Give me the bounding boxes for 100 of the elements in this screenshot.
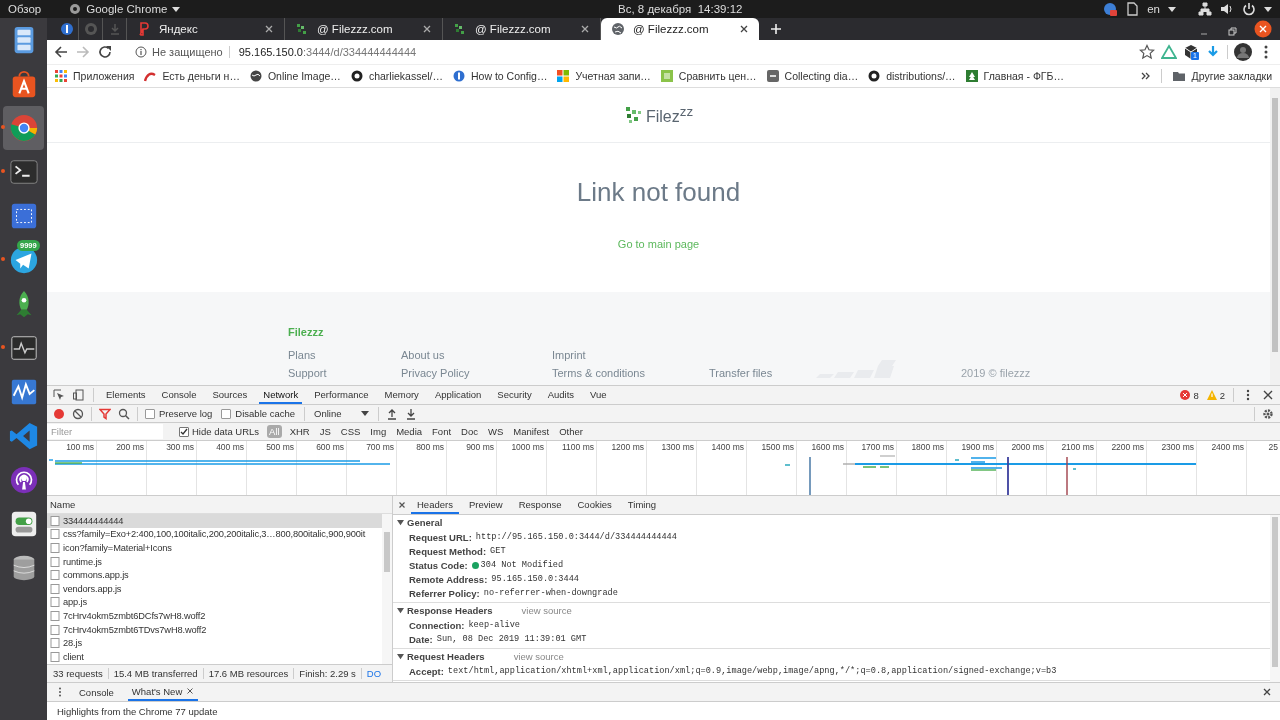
bookmark[interactable]: Главная - ФГБ… [965,70,1064,82]
scrollbar-thumb[interactable] [1272,98,1278,352]
bookmark[interactable]: Приложения [55,70,135,82]
activities-button[interactable]: Обзор [8,3,42,15]
close-icon[interactable] [397,500,407,510]
request-row[interactable]: 28.js [47,636,382,650]
throttling-dropdown[interactable]: Online [312,408,372,419]
checkbox-label[interactable]: Hide data URLs [192,426,260,437]
star-icon[interactable] [1139,44,1155,60]
avatar-icon[interactable] [1234,43,1252,61]
footer-link[interactable]: Transfer files [709,367,828,379]
type-filter[interactable]: CSS [338,425,363,438]
expand-triangle-icon[interactable] [397,653,404,660]
app-menu[interactable]: Google Chrome [86,3,168,15]
request-row[interactable]: css?family=Exo+2:400,100,100italic,200,200italic,3…800,800italic,900,900it [47,527,382,542]
footer-link[interactable]: Support [288,367,401,379]
checkbox-label[interactable]: Disable cache [235,408,295,419]
scrollbar-thumb[interactable] [384,532,390,572]
detail-tab[interactable]: Cookies [571,496,618,514]
detail-tab[interactable]: Response [512,496,568,514]
browser-tab[interactable]: @ Filezzz.com [601,18,759,40]
checkbox[interactable] [145,408,155,419]
request-row[interactable]: 334444444444 [47,514,382,528]
expand-triangle-icon[interactable] [397,519,404,526]
devtools-tab[interactable]: Memory [380,386,423,404]
footer-link[interactable]: Plans [288,349,401,361]
checkbox[interactable] [179,426,189,437]
warning-count[interactable]: 2 [1219,389,1225,401]
type-filter[interactable]: Manifest [511,425,552,438]
checkbox[interactable] [221,408,232,419]
detail-tab[interactable]: Headers [411,496,459,514]
checkbox-label[interactable]: Preserve log [159,408,213,419]
view-source-link[interactable]: view source [521,605,572,616]
settings-icon[interactable] [1262,407,1274,420]
bookmark[interactable]: Сравнить цен… [660,70,757,82]
footer-link[interactable]: Terms & conditions [552,367,709,379]
app-indicator-icon[interactable] [1103,2,1118,16]
close-icon[interactable] [580,24,590,34]
section-title[interactable]: Request Headers [407,651,485,662]
close-icon[interactable] [739,24,749,34]
address-bar[interactable]: Не защищено 95.165.150.0:3444/d/334444444444 [129,44,423,60]
record-icon[interactable] [53,407,65,420]
footer-link[interactable]: Imprint [552,349,709,361]
search-icon[interactable] [118,407,130,420]
bookmark[interactable]: Учетная запи… [557,70,651,82]
bookmark[interactable]: charliekassel/… [350,70,443,82]
filter-field[interactable]: Filter [47,424,163,439]
drawer-tab[interactable]: Console [75,683,118,701]
column-header[interactable]: Name [50,499,76,510]
request-row[interactable]: icon?family=Material+Icons [47,541,382,555]
bookmark[interactable]: How to Config… [453,70,548,82]
memory-card-icon[interactable] [1125,2,1140,16]
request-row[interactable]: 7cHrv4okm5zmbt6DCfs7wH8.woff2 [47,609,382,623]
footer-link[interactable]: About us [401,349,552,361]
bookmark[interactable]: distributions/… [868,70,956,82]
triangle-icon[interactable] [1161,44,1177,60]
expand-triangle-icon[interactable] [397,607,404,614]
devtools-tab[interactable]: Application [430,386,486,404]
section-title[interactable]: General [407,517,443,528]
footer-link[interactable]: Privacy Policy [401,367,552,379]
devtools-tab[interactable]: Audits [543,386,579,404]
request-row[interactable]: client [47,649,382,664]
request-row[interactable]: vendors.app.js [47,581,382,596]
restore-icon[interactable] [1226,26,1238,38]
detail-tab[interactable]: Timing [621,496,662,514]
new-tab-icon[interactable] [769,22,783,36]
inspect-icon[interactable] [53,389,65,401]
close-icon[interactable] [264,24,274,34]
download-icon[interactable] [405,407,418,420]
devtools-tab[interactable]: Performance [310,386,373,404]
chevron-icon[interactable] [1140,71,1151,81]
request-row[interactable]: app.js [47,595,382,610]
logo-text[interactable]: Filez$^{zz}$ [645,103,694,127]
type-filter[interactable]: Other [557,425,585,438]
close-icon[interactable] [1262,389,1274,401]
bookmark-folder[interactable]: Другие закладки [1171,69,1272,83]
scrollbar-thumb[interactable] [1272,517,1278,667]
error-count[interactable]: 8 [1193,389,1199,401]
type-filter[interactable]: Doc [459,425,480,438]
power-icon[interactable] [1242,2,1256,16]
close-window-icon[interactable] [1254,20,1272,38]
devtools-tab[interactable]: Vue [586,386,611,404]
type-filter[interactable]: Media [394,425,425,438]
browser-tab[interactable]: Яндекс [127,18,285,40]
devtools-tab[interactable]: Elements [102,386,150,404]
request-row[interactable]: runtime.js [47,554,382,569]
back-icon[interactable] [53,44,69,60]
section-title[interactable]: Response Headers [407,605,493,616]
type-filter[interactable]: JS [317,425,333,438]
view-source-link[interactable]: view source [513,651,564,662]
type-filter[interactable]: Font [430,425,454,438]
close-icon[interactable] [1262,687,1272,697]
language-indicator[interactable]: en [1147,3,1160,15]
speaker-icon[interactable] [1220,2,1234,16]
bookmark[interactable]: Collecting dia… [766,70,859,82]
drawer-tab[interactable]: What's New [127,683,199,701]
type-filter[interactable]: Img [368,425,389,438]
filter-icon[interactable] [99,407,111,420]
clock[interactable]: Вс, 8 декабря 14:39:12 [548,3,1104,15]
type-filter[interactable]: WS [485,425,506,438]
